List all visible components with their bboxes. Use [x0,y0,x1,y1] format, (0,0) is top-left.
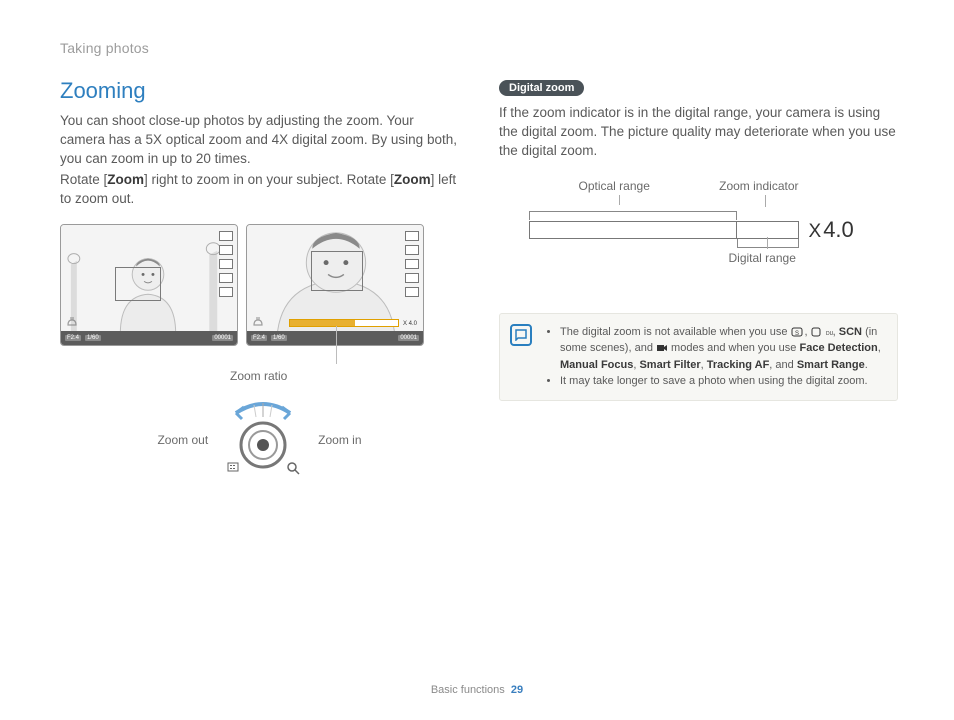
zoom-value: 4.0 [823,217,854,242]
aperture-value: F2.4 [65,335,81,341]
callout-line [336,326,337,364]
svg-text:DUAL: DUAL [826,331,833,337]
quality-icon [405,259,419,269]
section-heading: Zooming [60,78,459,104]
note-box: The digital zoom is not available when y… [499,313,898,401]
zoom-dial-figure: Zoom out Zoom in [60,401,459,479]
digital-zoom-paragraph: If the zoom indicator is in the digital … [499,104,898,161]
aperture-value: F2.4 [251,335,267,341]
zoom-multiplier-readout: X4.0 [809,217,854,243]
mode-icon [219,273,233,283]
feature-name: Face Detection [799,342,877,354]
quality-icon [219,259,233,269]
svg-text:S: S [795,331,799,337]
range-optical-box [529,221,737,239]
text: , and [769,359,797,371]
resolution-icon [219,245,233,255]
text: . [865,359,868,371]
feature-name: Tracking AF [707,359,770,371]
right-column: Digital zoom If the zoom indicator is in… [499,78,898,479]
text: Rotate [ [60,172,107,187]
mode-icon [405,273,419,283]
zoom-bar-icon [289,319,399,327]
shutter-value: 1/60 [85,335,101,341]
hand-shake-icon [251,315,265,329]
text: modes and when you use [668,342,799,354]
zoom-in-label: Zoom in [318,433,361,447]
zoom-out-label: Zoom out [157,433,208,447]
resolution-icon [405,245,419,255]
screenshot-row: F2.4 1/60 00001 [60,224,459,346]
zoom-ratio-readout: X 4.0 [403,321,417,327]
digital-bracket [737,239,799,248]
shutter-value: 1/60 [271,335,287,341]
screen-icons-right [219,231,233,297]
callout-line [765,195,766,207]
text: , [878,342,881,354]
shot-count: 00001 [398,335,419,341]
shot-count: 00001 [212,335,233,341]
note-icon [510,324,532,346]
focus-box-icon [115,267,161,301]
left-column: Zooming You can shoot close-up photos by… [60,78,459,479]
zoom-ratio-label: Zoom ratio [230,369,459,383]
text: The digital zoom is not available when y… [560,326,791,338]
page-footer: Basic functions 29 [0,684,954,696]
focus-box-icon [311,251,363,291]
zoom-dial-icon [218,401,308,479]
flash-icon [219,287,233,297]
breadcrumb: Taking photos [60,40,898,56]
camera-screen-zoomed: X 4.0 F2.4 1/60 00001 [246,224,424,346]
movie-mode-icon [656,343,668,353]
battery-icon [405,231,419,241]
digital-zoom-pill: Digital zoom [499,80,584,96]
range-top-labels: Optical range Zoom indicator [529,179,799,193]
instruction-paragraph: Rotate [Zoom] right to zoom in on your s… [60,171,459,209]
camera-screen-wide: F2.4 1/60 00001 [60,224,238,346]
battery-icon [219,231,233,241]
optical-range-label: Optical range [579,179,650,193]
zoom-range-figure: Optical range Zoom indicator X4.0 Digita… [529,179,869,289]
callout-line [767,237,768,249]
optical-bracket [529,211,737,220]
digital-range-label: Digital range [729,251,796,265]
feature-name: Smart Filter [639,359,700,371]
smart-mode-icon: S [791,327,805,337]
screen-icons-right [405,231,419,297]
status-bar: F2.4 1/60 00001 [247,331,423,345]
dual-mode-icon: DUAL [811,327,833,337]
zoom-indicator-label: Zoom indicator [719,179,798,193]
range-bar: X4.0 [529,221,869,239]
feature-name: Smart Range [797,359,865,371]
note-item: It may take longer to save a photo when … [560,373,885,390]
status-bar: F2.4 1/60 00001 [61,331,237,345]
flash-icon [405,287,419,297]
zoom-bold: Zoom [394,172,431,187]
callout-line [619,195,620,205]
footer-section: Basic functions [431,684,505,696]
scn-mode-label: SCN [839,326,862,338]
intro-paragraph: You can shoot close-up photos by adjusti… [60,112,459,169]
page-number: 29 [511,684,523,696]
zoom-bold: Zoom [107,172,144,187]
hand-shake-icon [65,315,79,329]
text: ] right to zoom in on your subject. Rota… [144,172,394,187]
feature-name: Manual Focus [560,359,633,371]
note-item: The digital zoom is not available when y… [560,324,885,374]
